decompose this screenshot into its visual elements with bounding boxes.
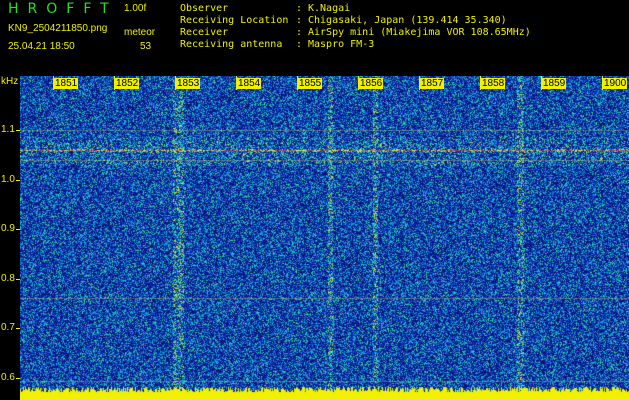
file-name: KN9_2504211850.png: [8, 23, 108, 34]
x-tick-label: 1859: [542, 78, 567, 89]
observer-sep: :: [296, 3, 303, 14]
date-time: 25.04.21 18:50: [8, 41, 75, 52]
version-label: 1.00f: [124, 3, 147, 14]
spectrogram-plot[interactable]: 1851 1852 1853 1854 1855 1856 1857 1858 …: [20, 76, 629, 400]
x-tick-label: 1852: [115, 78, 140, 89]
x-tick-label: 1854: [237, 78, 262, 89]
y-tick-label: 1.1: [1, 124, 15, 135]
location-value: Chigasaki, Japan (139.414 35.340): [308, 15, 507, 26]
header-panel: HROFFT 1.00f KN9_2504211850.png meteor 2…: [0, 0, 629, 76]
receiver-value: AirSpy mini (Miakejima VOR 108.65MHz): [308, 27, 531, 38]
antenna-value: Maspro FM-3: [308, 39, 375, 50]
receiver-label: Receiver: [180, 27, 229, 38]
location-sep: :: [296, 15, 303, 26]
meteor-label: meteor: [124, 27, 156, 38]
y-tick-label: 0.6: [1, 372, 15, 383]
y-axis-unit: kHz: [1, 76, 19, 87]
antenna-sep: :: [296, 39, 303, 50]
observer-value: K.Nagai: [308, 3, 351, 14]
x-tick-label: 1851: [54, 78, 79, 89]
location-label: Receiving Location: [180, 15, 289, 26]
meteor-count: 53: [140, 41, 152, 52]
y-tick-label: 0.7: [1, 322, 15, 333]
x-tick-label: 1857: [420, 78, 445, 89]
y-tick-label: 0.8: [1, 273, 15, 284]
x-tick-label: 1858: [481, 78, 506, 89]
app-title: HROFFT: [8, 1, 118, 17]
receiver-sep: :: [296, 27, 303, 38]
y-tick-label: 0.9: [1, 223, 15, 234]
y-tick-label: 1.0: [1, 174, 15, 185]
x-tick-label: 1900: [603, 78, 628, 89]
observer-label: Observer: [180, 3, 229, 14]
x-tick-label: 1856: [359, 78, 384, 89]
antenna-label: Receiving antenna: [180, 39, 283, 50]
x-tick-label: 1853: [176, 78, 201, 89]
x-tick-label: 1855: [298, 78, 323, 89]
spectrogram-canvas: [20, 76, 629, 400]
